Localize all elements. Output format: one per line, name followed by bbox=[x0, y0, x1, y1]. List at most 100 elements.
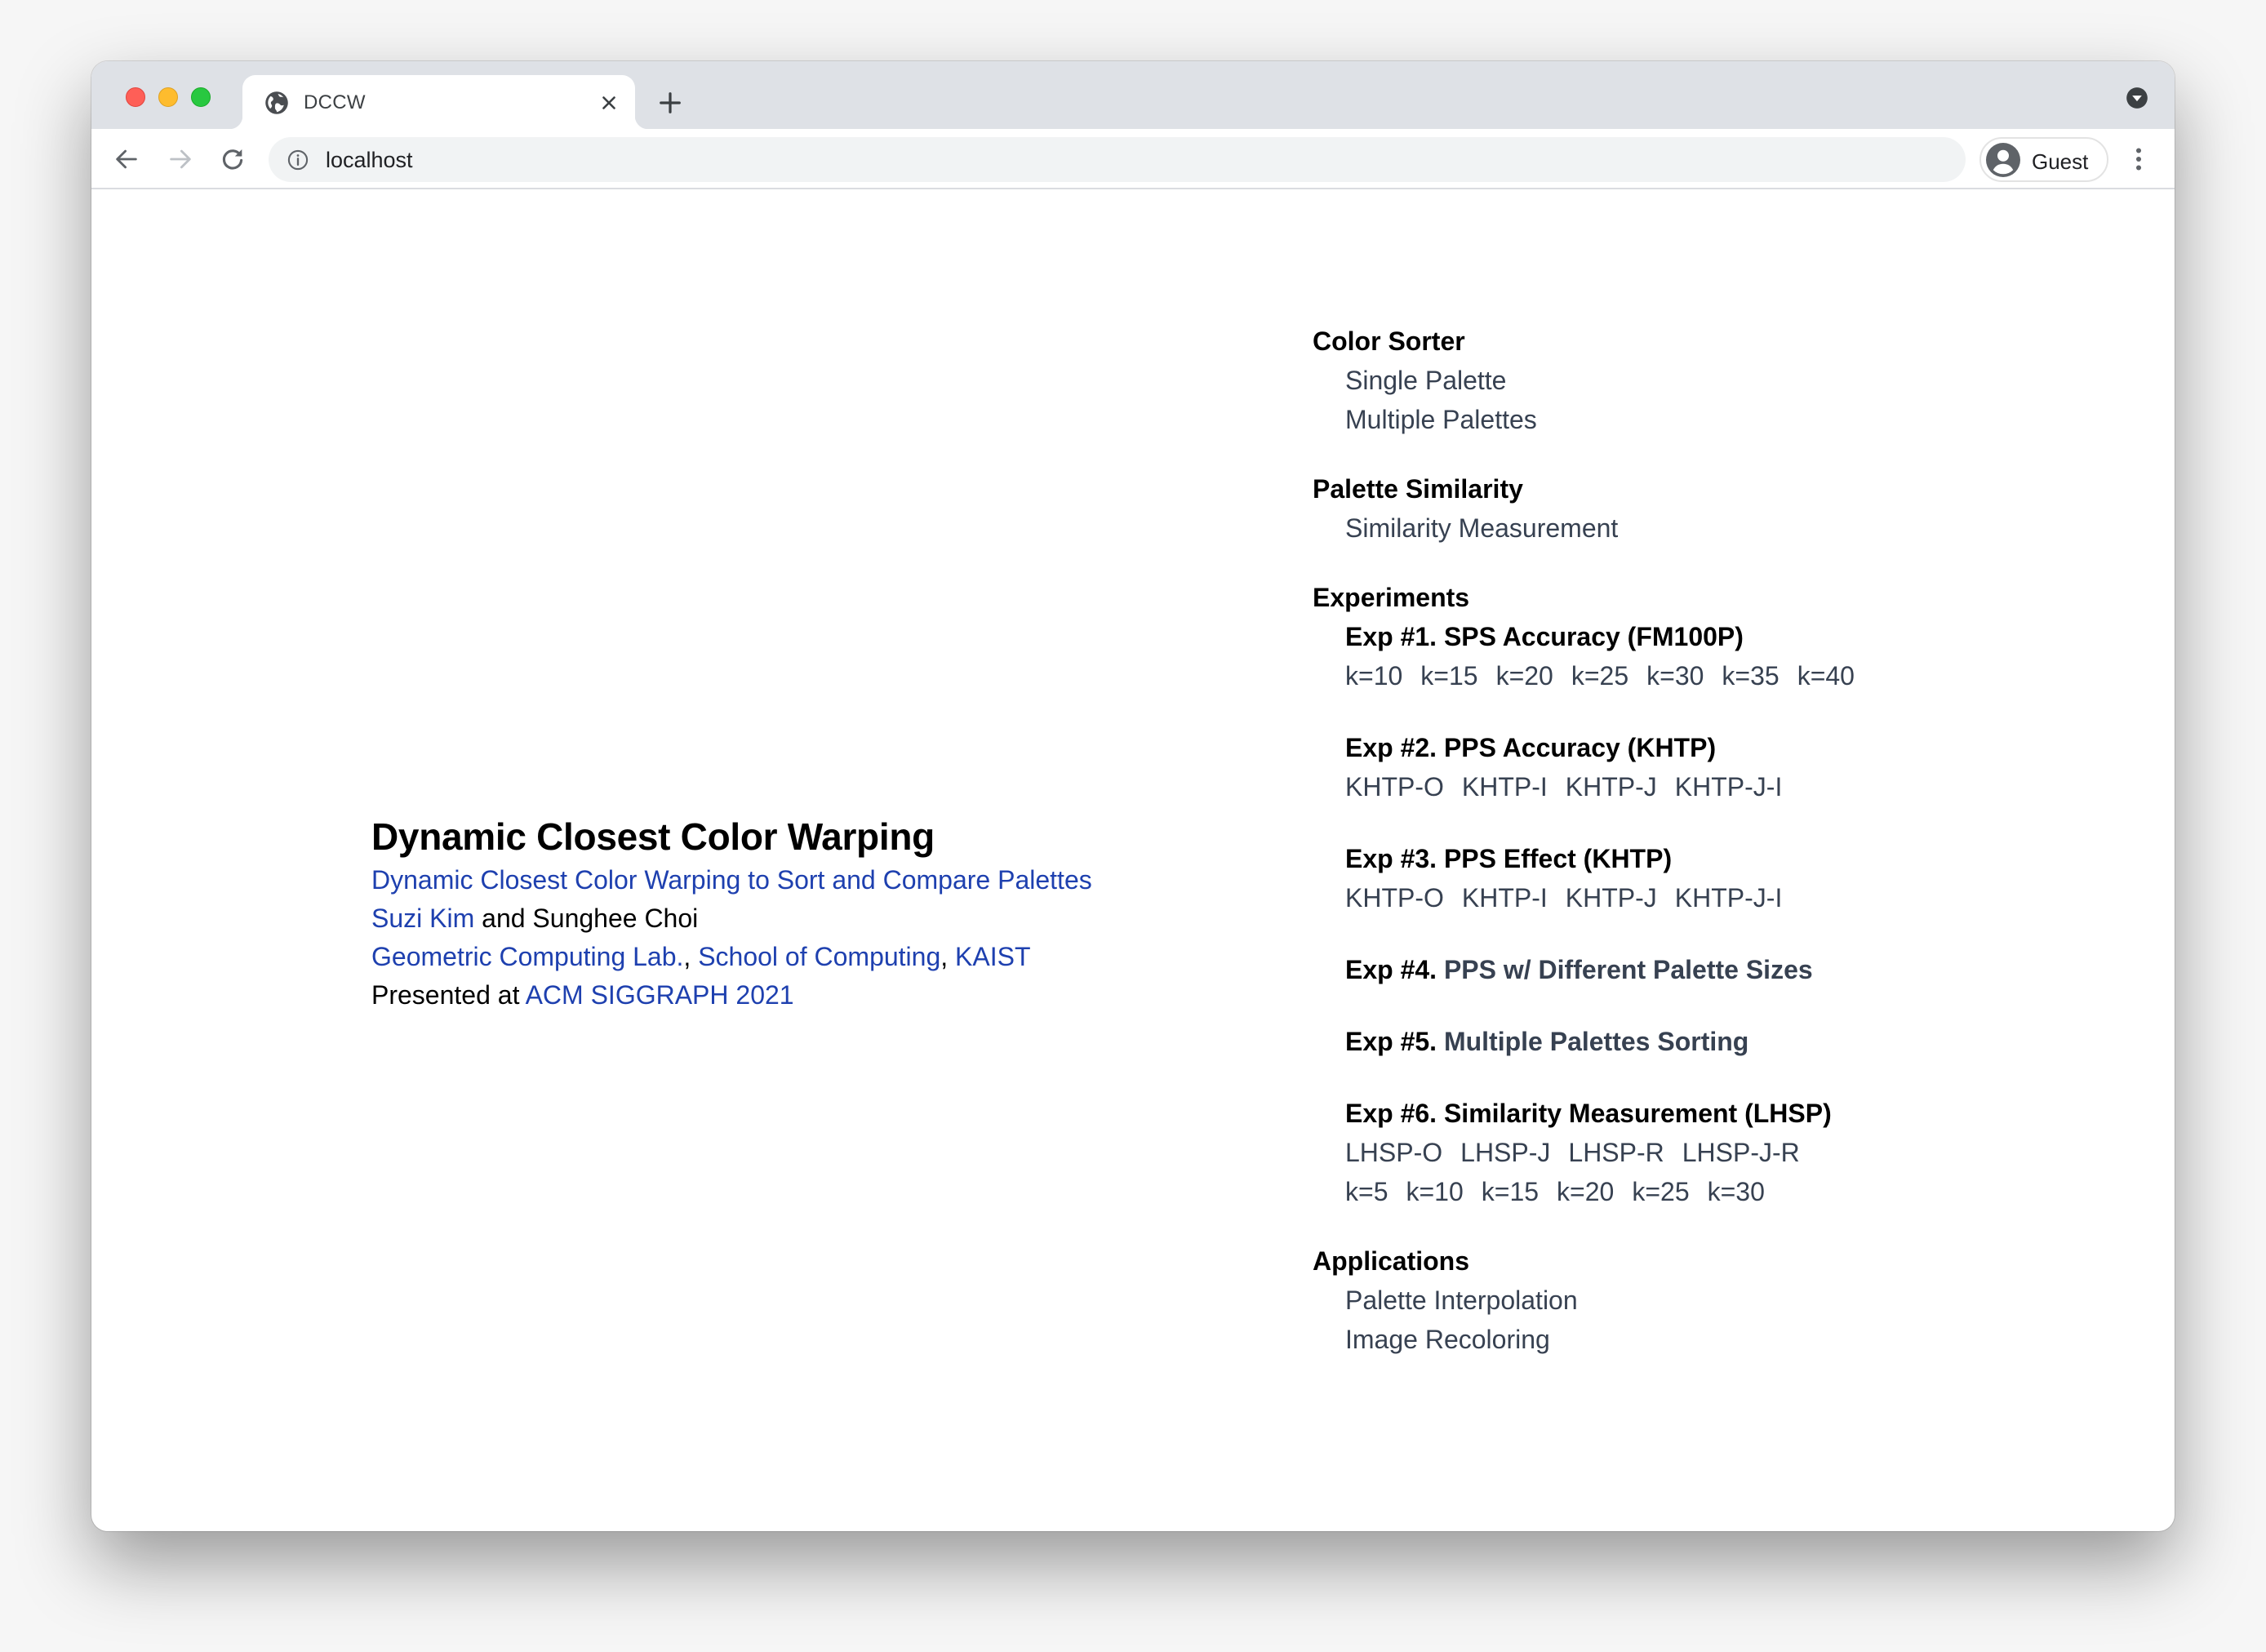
exp3-link[interactable]: KHTP-I bbox=[1462, 883, 1548, 913]
profile-button[interactable]: Guest bbox=[1979, 137, 2108, 182]
paper-link[interactable]: Dynamic Closest Color Warping to Sort an… bbox=[371, 865, 1092, 895]
affiliation-separator: , bbox=[683, 942, 699, 971]
venue-link[interactable]: ACM SIGGRAPH 2021 bbox=[526, 980, 794, 1010]
tab-bar: DCCW bbox=[91, 61, 2175, 129]
exp-heading: Exp #3. PPS Effect (KHTP) bbox=[1345, 844, 1673, 873]
exp3-link[interactable]: KHTP-O bbox=[1345, 883, 1444, 913]
forward-arrow-icon[interactable] bbox=[167, 145, 194, 173]
section-heading: Palette Similarity bbox=[1313, 474, 1523, 504]
exp3-link[interactable]: KHTP-J-I bbox=[1675, 883, 1783, 913]
exp1-link[interactable]: k=10 bbox=[1345, 661, 1402, 691]
exp6-k-link[interactable]: k=15 bbox=[1482, 1177, 1539, 1206]
page-content: Dynamic Closest Color Warping Dynamic Cl… bbox=[91, 189, 2175, 1531]
section-experiments: Experiments Exp #1. SPS Accuracy (FM100P… bbox=[1313, 578, 2047, 1211]
exp1-link[interactable]: k=35 bbox=[1722, 661, 1779, 691]
new-tab-icon[interactable] bbox=[658, 91, 682, 115]
exp6-k-link[interactable]: k=20 bbox=[1557, 1177, 1614, 1206]
exp-links: k=10 k=15 k=20 k=25 k=30 k=35 k=40 bbox=[1345, 656, 2047, 695]
exp-heading: Exp #4. PPS w/ Different Palette Sizes bbox=[1345, 950, 2047, 989]
section-applications: Applications Palette Interpolation Image… bbox=[1313, 1241, 2047, 1359]
nav-image-recoloring[interactable]: Image Recoloring bbox=[1345, 1320, 2047, 1359]
exp-5: Exp #5. Multiple Palettes Sorting bbox=[1345, 1022, 2047, 1061]
exp1-link[interactable]: k=40 bbox=[1797, 661, 1855, 691]
exp-links: LHSP-O LHSP-J LHSP-R LHSP-J-R bbox=[1345, 1133, 2047, 1172]
exp6-link[interactable]: LHSP-O bbox=[1345, 1138, 1442, 1167]
nav-palette-interpolation[interactable]: Palette Interpolation bbox=[1345, 1281, 2047, 1320]
exp5-prefix: Exp #5. bbox=[1345, 1027, 1444, 1056]
maximize-window-button[interactable] bbox=[191, 87, 211, 107]
exp4-link[interactable]: PPS w/ Different Palette Sizes bbox=[1444, 955, 1813, 984]
exp-links: k=5 k=10 k=15 k=20 k=25 k=30 bbox=[1345, 1172, 2047, 1211]
section-heading: Color Sorter bbox=[1313, 326, 1465, 356]
page-title: Dynamic Closest Color Warping bbox=[371, 815, 935, 858]
exp-3: Exp #3. PPS Effect (KHTP) KHTP-O KHTP-I KH… bbox=[1345, 839, 2047, 917]
presented-prefix: Presented at bbox=[371, 980, 526, 1010]
exp-links: KHTP-O KHTP-I KHTP-J KHTP-J-I bbox=[1345, 878, 2047, 917]
exp-4: Exp #4. PPS w/ Different Palette Sizes bbox=[1345, 950, 2047, 989]
exp-1: Exp #1. SPS Accuracy (FM100P) k=10 k=15 k=… bbox=[1345, 617, 2047, 695]
exp4-prefix: Exp #4. bbox=[1345, 955, 1444, 984]
back-arrow-icon[interactable] bbox=[113, 145, 140, 173]
section-color-sorter: Color Sorter Single Palette Multiple Pal… bbox=[1313, 322, 2047, 439]
section-heading: Experiments bbox=[1313, 583, 1470, 612]
exp6-link[interactable]: LHSP-R bbox=[1568, 1138, 1664, 1167]
exp6-link[interactable]: LHSP-J bbox=[1460, 1138, 1550, 1167]
avatar-icon bbox=[1986, 143, 2020, 177]
toolbar: localhost Guest bbox=[91, 129, 2175, 189]
exp2-link[interactable]: KHTP-I bbox=[1462, 772, 1548, 802]
paper-line: Dynamic Closest Color Warping to Sort an… bbox=[371, 861, 1092, 899]
address-bar[interactable]: localhost bbox=[269, 137, 1966, 182]
nav-similarity-measurement[interactable]: Similarity Measurement bbox=[1345, 508, 2047, 548]
kaist-link[interactable]: KAIST bbox=[955, 942, 1030, 971]
exp-heading: Exp #5. Multiple Palettes Sorting bbox=[1345, 1022, 2047, 1061]
profile-label: Guest bbox=[2032, 149, 2089, 174]
browser-window: DCCW localhost Guest Dynamic Closest Col… bbox=[91, 61, 2175, 1531]
close-window-button[interactable] bbox=[126, 87, 145, 107]
author-suzi-kim-link[interactable]: Suzi Kim bbox=[371, 904, 474, 933]
exp2-link[interactable]: KHTP-J-I bbox=[1675, 772, 1783, 802]
exp1-link[interactable]: k=20 bbox=[1496, 661, 1553, 691]
exp6-k-link[interactable]: k=30 bbox=[1708, 1177, 1765, 1206]
author-sunghee-choi: Sunghee Choi bbox=[532, 904, 699, 933]
exp1-link[interactable]: k=30 bbox=[1646, 661, 1704, 691]
nav-multiple-palettes[interactable]: Multiple Palettes bbox=[1345, 400, 2047, 439]
exp6-k-link[interactable]: k=25 bbox=[1632, 1177, 1689, 1206]
info-icon[interactable] bbox=[287, 149, 309, 171]
exp-links: KHTP-O KHTP-I KHTP-J KHTP-J-I bbox=[1345, 767, 2047, 806]
site-navigation: Color Sorter Single Palette Multiple Pal… bbox=[1313, 322, 2047, 1389]
tab-search-icon[interactable] bbox=[2126, 87, 2148, 109]
lab-link[interactable]: Geometric Computing Lab. bbox=[371, 942, 683, 971]
tab-title: DCCW bbox=[304, 91, 366, 113]
exp6-k-link[interactable]: k=10 bbox=[1406, 1177, 1463, 1206]
exp-heading: Exp #6. Similarity Measurement (LHSP) bbox=[1345, 1099, 1832, 1128]
school-link[interactable]: School of Computing bbox=[698, 942, 940, 971]
address-text: localhost bbox=[326, 148, 413, 172]
reload-icon[interactable] bbox=[219, 145, 247, 173]
exp5-link[interactable]: Multiple Palettes Sorting bbox=[1444, 1027, 1748, 1056]
author-separator: and bbox=[474, 904, 533, 933]
exp2-link[interactable]: KHTP-O bbox=[1345, 772, 1444, 802]
exp2-link[interactable]: KHTP-J bbox=[1566, 772, 1657, 802]
exp1-link[interactable]: k=15 bbox=[1420, 661, 1477, 691]
more-menu-icon[interactable] bbox=[2127, 144, 2150, 174]
section-palette-similarity: Palette Similarity Similarity Measuremen… bbox=[1313, 469, 2047, 548]
affiliation-separator: , bbox=[940, 942, 956, 971]
minimize-window-button[interactable] bbox=[158, 87, 178, 107]
exp-6: Exp #6. Similarity Measurement (LHSP) LH… bbox=[1345, 1094, 2047, 1211]
close-tab-icon[interactable] bbox=[598, 92, 620, 113]
venue-line: Presented at ACM SIGGRAPH 2021 bbox=[371, 976, 1092, 1015]
exp1-link[interactable]: k=25 bbox=[1571, 661, 1628, 691]
globe-icon bbox=[265, 91, 288, 114]
exp6-k-link[interactable]: k=5 bbox=[1345, 1177, 1388, 1206]
authors-line: Suzi Kim and Sunghee Choi bbox=[371, 899, 1092, 938]
exp-heading: Exp #2. PPS Accuracy (KHTP) bbox=[1345, 733, 1717, 762]
exp6-link[interactable]: LHSP-J-R bbox=[1682, 1138, 1800, 1167]
exp-heading: Exp #1. SPS Accuracy (FM100P) bbox=[1345, 622, 1744, 651]
nav-single-palette[interactable]: Single Palette bbox=[1345, 361, 2047, 400]
tab-dccw[interactable]: DCCW bbox=[229, 75, 648, 129]
exp3-link[interactable]: KHTP-J bbox=[1566, 883, 1657, 913]
affiliation-line: Geometric Computing Lab., School of Comp… bbox=[371, 938, 1092, 976]
hero: Dynamic Closest Color Warping Dynamic Cl… bbox=[371, 812, 1092, 1015]
section-heading: Applications bbox=[1313, 1246, 1470, 1276]
exp-2: Exp #2. PPS Accuracy (KHTP) KHTP-O KHTP-I… bbox=[1345, 728, 2047, 806]
